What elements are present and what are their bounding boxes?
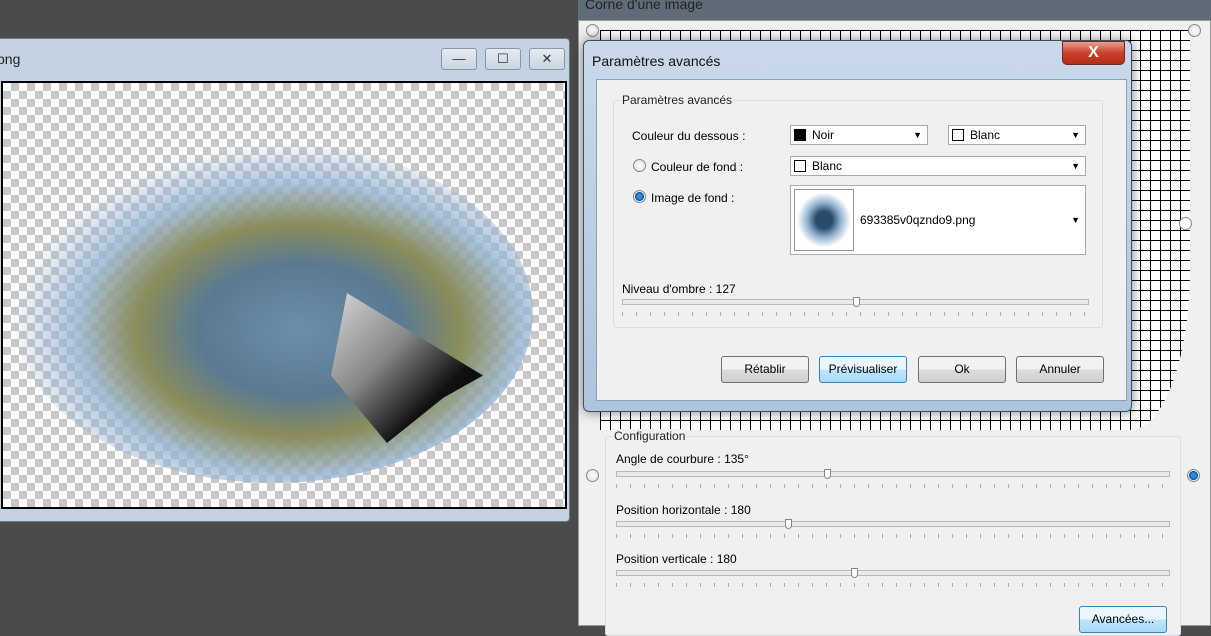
chevron-down-icon: ▼ xyxy=(913,130,922,140)
angle-slider[interactable] xyxy=(616,469,1170,479)
slider-ticks xyxy=(616,534,1170,538)
slider-ticks xyxy=(616,583,1170,587)
maximize-button[interactable]: ☐ xyxy=(485,48,521,70)
slider-thumb[interactable] xyxy=(851,568,859,578)
advanced-group-label: Paramètres avancés xyxy=(620,93,735,107)
slider-thumb[interactable] xyxy=(852,297,860,307)
horizontal-label: Position horizontale : 180 xyxy=(616,503,751,517)
landscape-photo xyxy=(13,143,533,483)
shadow-slider[interactable] xyxy=(622,297,1089,307)
reset-button[interactable]: Rétablir xyxy=(721,356,809,383)
slider-thumb[interactable] xyxy=(823,469,831,479)
chevron-down-icon: ▼ xyxy=(1071,215,1080,225)
ok-button[interactable]: Ok xyxy=(918,356,1006,383)
bg-image-thumbnail xyxy=(794,189,854,251)
white-swatch xyxy=(952,129,964,141)
bg-color-select[interactable]: Blanc ▼ xyxy=(790,156,1086,176)
configuration-label: Configuration xyxy=(612,429,688,443)
bg-image-filename: 693385v0qzndo9.png xyxy=(860,213,976,227)
slider-ticks xyxy=(616,484,1170,488)
bg-image-radio[interactable] xyxy=(633,190,646,203)
bg-color-value: Blanc xyxy=(812,159,843,173)
corner-radio-bottom-right[interactable] xyxy=(1187,469,1200,482)
horizontal-slider[interactable] xyxy=(616,519,1170,529)
white-swatch xyxy=(794,160,806,172)
under-color-1-value: Noir xyxy=(812,128,835,142)
chevron-down-icon: ▼ xyxy=(1071,130,1080,140)
bg-image-select[interactable]: 693385v0qzndo9.png ▼ xyxy=(790,185,1086,255)
vertical-slider[interactable] xyxy=(616,568,1170,578)
image-window-title: png xyxy=(0,51,21,67)
slider-thumb[interactable] xyxy=(784,519,792,529)
under-color-select-1[interactable]: Noir ▼ xyxy=(790,125,928,145)
slider-ticks xyxy=(622,312,1089,316)
under-color-label: Couleur du dessous : xyxy=(632,129,746,143)
modal-body: Paramètres avancés Couleur du dessous : … xyxy=(596,79,1127,401)
vertical-label: Position verticale : 180 xyxy=(616,552,737,566)
close-button[interactable]: ✕ xyxy=(529,48,565,70)
under-color-2-value: Blanc xyxy=(970,128,1001,142)
modal-close-button[interactable]: X xyxy=(1062,41,1125,65)
cancel-button[interactable]: Annuler xyxy=(1016,356,1104,383)
main-dialog-title: Corne d'une image xyxy=(585,0,703,12)
image-canvas[interactable] xyxy=(1,81,567,509)
advanced-button[interactable]: Avancées... xyxy=(1079,606,1167,633)
shadow-label: Niveau d'ombre : 127 xyxy=(622,282,736,296)
corner-radio-bottom-left[interactable] xyxy=(586,469,599,482)
preview-button[interactable]: Prévisualiser xyxy=(819,356,907,383)
corner-radio-top-right[interactable] xyxy=(1188,24,1201,37)
modal-title: Paramètres avancés xyxy=(592,53,721,69)
chevron-down-icon: ▼ xyxy=(1071,161,1080,171)
corner-radio-top-left[interactable] xyxy=(586,24,599,37)
minimize-button[interactable]: — xyxy=(441,48,477,70)
image-window: png — ☐ ✕ xyxy=(0,38,570,522)
under-color-select-2[interactable]: Blanc ▼ xyxy=(948,125,1086,145)
black-swatch xyxy=(794,129,806,141)
curl-handle[interactable] xyxy=(1179,217,1192,230)
bg-color-label: Couleur de fond : xyxy=(651,160,744,174)
bg-image-label: Image de fond : xyxy=(651,191,735,205)
bg-color-radio[interactable] xyxy=(633,159,646,172)
advanced-settings-modal: Paramètres avancés X Paramètres avancés … xyxy=(583,40,1132,412)
angle-label: Angle de courbure : 135° xyxy=(616,452,749,466)
